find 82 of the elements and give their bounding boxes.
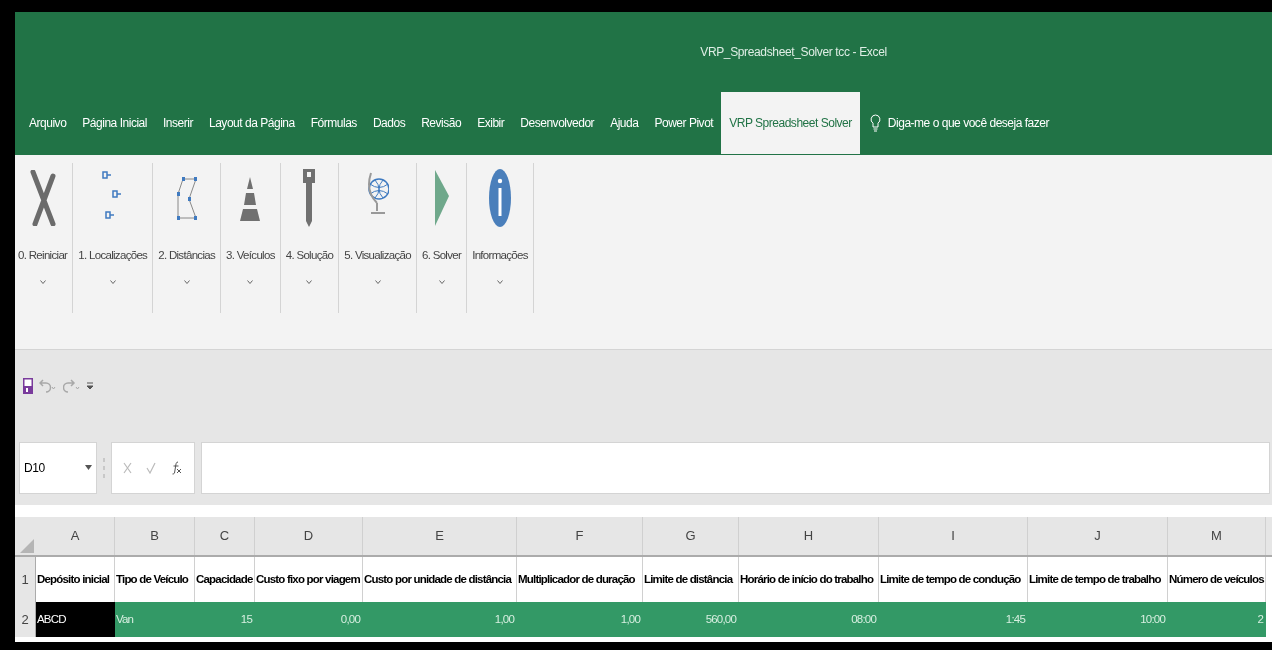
- table-cell: Horário de início do trabalho: [739, 557, 879, 602]
- ribbon-tab[interactable]: Arquivo: [21, 92, 75, 154]
- ribbon-button[interactable]: 0. Reiniciar: [15, 163, 71, 313]
- check-icon[interactable]: [146, 461, 157, 474]
- play-icon: [434, 170, 449, 226]
- row-header[interactable]: 2: [15, 602, 36, 637]
- chevron-down-icon: [497, 280, 503, 285]
- corner-triangle-icon: [20, 539, 34, 553]
- window-title: VRP_Spreadsheet_Solver tcc - Excel: [700, 44, 887, 61]
- tell-me-field[interactable]: Diga-me o que você deseja fazer: [887, 114, 1088, 132]
- ribbon-button[interactable]: 4. Solução: [282, 163, 337, 313]
- ribbon-tab[interactable]: VRP Spreadsheet Solver: [721, 92, 860, 154]
- ribbon-tab[interactable]: Revisão: [413, 92, 470, 154]
- table-cell: Custo fixo por viagem: [255, 557, 363, 602]
- table-cell: 1,00: [517, 602, 643, 637]
- customize-icon[interactable]: [87, 382, 93, 390]
- table-cell: 1:45: [879, 602, 1028, 637]
- column-header[interactable]: I: [879, 517, 1028, 555]
- chevron-down-icon: [438, 280, 445, 285]
- chevron-down-icon: [183, 280, 190, 285]
- route-icon: [175, 174, 198, 222]
- ribbon-button[interactable]: 1. Localizações: [75, 163, 151, 313]
- ribbon-button[interactable]: 5. Visualização: [341, 163, 414, 313]
- key-icon: [302, 168, 317, 228]
- table-cell: Capacidade: [195, 557, 255, 602]
- column-header[interactable]: M: [1168, 517, 1266, 555]
- function-icon[interactable]: [170, 460, 183, 475]
- table-cell: 08:00: [739, 602, 879, 637]
- dropdown-arrow-icon: [85, 465, 92, 470]
- column-header[interactable]: J: [1028, 517, 1168, 555]
- table-cell: 560,00: [643, 602, 739, 637]
- save-icon[interactable]: [23, 378, 33, 394]
- chevron-down-icon: [247, 280, 254, 285]
- column-header[interactable]: F: [517, 517, 643, 555]
- chevron-down-icon: [109, 280, 116, 285]
- table-cell: Limite de tempo de condução: [879, 557, 1028, 602]
- name-box[interactable]: D10: [19, 441, 97, 494]
- table-cell: Limite de distância: [643, 557, 739, 602]
- table-cell: 0,00: [255, 602, 363, 637]
- table-cell: Número de veículos: [1168, 557, 1266, 602]
- table-cell: Custo por unidade de distância: [363, 557, 517, 602]
- lightbulb-icon: [869, 114, 881, 132]
- table-cell: 1,00: [363, 602, 517, 637]
- column-header[interactable]: G: [643, 517, 739, 555]
- table-cell: 2: [1168, 602, 1266, 637]
- table-cell: Tipo de Veículo: [115, 557, 195, 602]
- ribbon-button[interactable]: Informações: [469, 163, 531, 313]
- table-cell: Limite de tempo de trabalho: [1028, 557, 1168, 602]
- x-icon: [29, 170, 56, 226]
- ribbon-tab[interactable]: Exibir: [469, 92, 513, 154]
- column-header[interactable]: B: [115, 517, 195, 555]
- undo-icon[interactable]: [39, 379, 57, 393]
- table-cell: Van: [115, 602, 195, 637]
- column-header[interactable]: A: [36, 517, 115, 555]
- ribbon-tab[interactable]: Ajuda: [602, 92, 647, 154]
- table-cell: 15: [195, 602, 255, 637]
- table-cell: ABCD: [36, 602, 115, 637]
- info-icon: [489, 169, 511, 227]
- ribbon-tab[interactable]: Power Pivot: [646, 92, 722, 154]
- chevron-down-icon: [374, 280, 381, 285]
- redo-icon[interactable]: [63, 379, 81, 393]
- formula-field[interactable]: [201, 441, 1270, 494]
- chevron-down-icon: [306, 280, 313, 285]
- ribbon-button[interactable]: 2. Distâncias: [155, 163, 219, 313]
- cancel-icon[interactable]: [123, 461, 133, 474]
- column-header[interactable]: H: [739, 517, 879, 555]
- column-header[interactable]: C: [195, 517, 255, 555]
- table-cell: 10:00: [1028, 602, 1168, 637]
- ribbon-tab[interactable]: Layout da Página: [201, 92, 303, 154]
- chevron-down-icon: [39, 280, 46, 285]
- row-header[interactable]: 1: [15, 557, 36, 602]
- ribbon-button[interactable]: 3. Veículos: [223, 163, 278, 313]
- ribbon-tab[interactable]: Desenvolvedor: [512, 92, 603, 154]
- column-header[interactable]: E: [363, 517, 517, 555]
- ribbon-tab[interactable]: Dados: [364, 92, 414, 154]
- ribbon-tab[interactable]: Página Inicial: [74, 92, 155, 154]
- ribbon-button[interactable]: 6. Solver: [418, 163, 465, 313]
- table-cell: Depósito inicial: [36, 557, 115, 602]
- table-cell: Multiplicador de duração: [517, 557, 643, 602]
- column-header[interactable]: D: [255, 517, 363, 555]
- ribbon-tab[interactable]: Inserir: [155, 92, 201, 154]
- ribbon-tab[interactable]: Fórmulas: [302, 92, 365, 154]
